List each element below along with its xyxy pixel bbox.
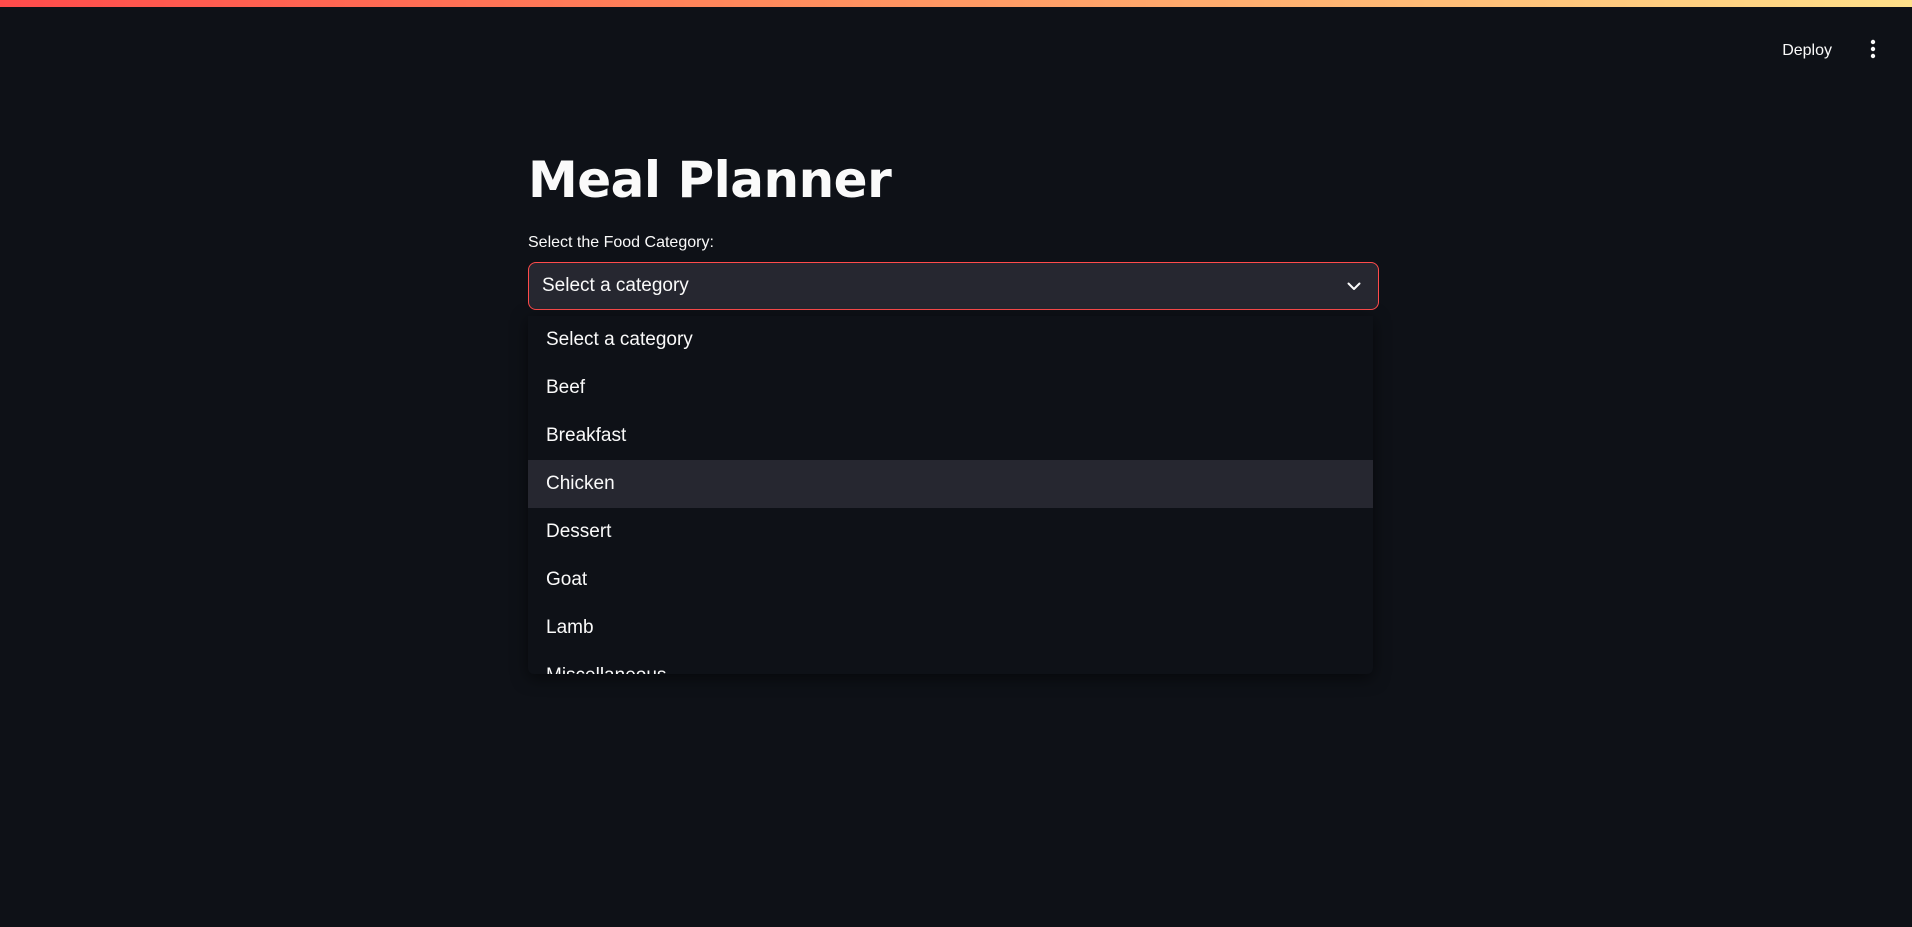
chevron-down-icon[interactable] <box>1343 275 1365 297</box>
main-content: Meal Planner Select the Food Category: S… <box>528 140 1379 310</box>
main-menu-button[interactable] <box>1860 36 1886 66</box>
category-options-list: Select a category Beef Breakfast Chicken Des… <box>528 316 1373 674</box>
page-title: Meal Planner <box>528 151 892 209</box>
deploy-button-label: Deploy <box>1782 42 1832 59</box>
dropdown-option[interactable]: Breakfast <box>528 412 1373 460</box>
dropdown-option[interactable]: Dessert <box>528 508 1373 556</box>
dropdown-option[interactable]: Lamb <box>528 604 1373 652</box>
dropdown-option[interactable]: Select a category <box>528 316 1373 364</box>
dropdown-option[interactable]: Goat <box>528 556 1373 604</box>
top-decoration-bar <box>0 0 1912 7</box>
category-select-value: Select a category <box>542 275 689 296</box>
category-select[interactable]: Select a category <box>528 262 1379 310</box>
category-dropdown-menu: Select a category Beef Breakfast Chicken Des… <box>528 316 1373 674</box>
app-root: Deploy Meal Planner Select the Food Cate… <box>0 0 1912 927</box>
category-select-label: Select the Food Category: <box>528 234 714 251</box>
dropdown-option[interactable]: Miscellaneous <box>528 652 1373 674</box>
dropdown-option[interactable]: Chicken <box>528 460 1373 508</box>
dropdown-option[interactable]: Beef <box>528 364 1373 412</box>
kebab-vertical-icon <box>1870 39 1876 64</box>
deploy-button[interactable]: Deploy <box>1770 36 1844 66</box>
